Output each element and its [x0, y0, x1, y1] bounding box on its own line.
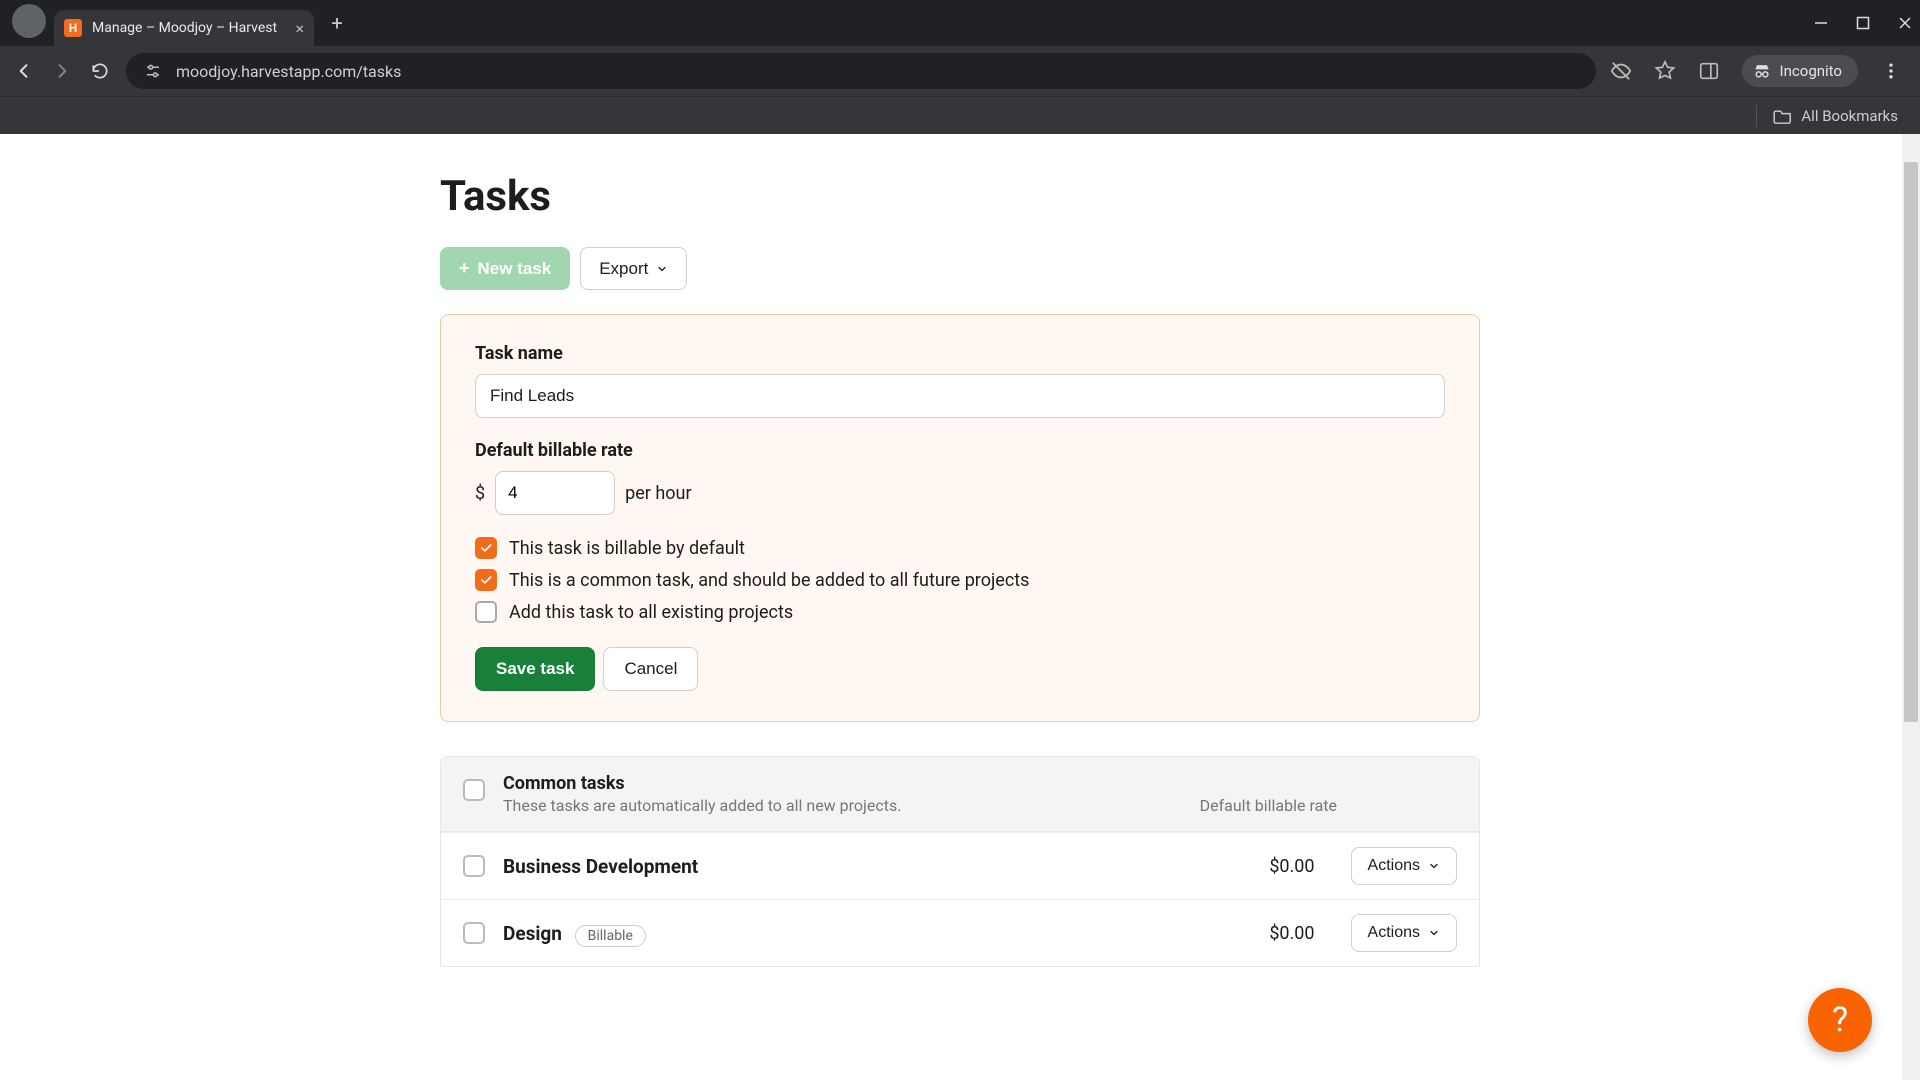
url-text: moodjoy.harvestapp.com/tasks: [176, 62, 1580, 81]
actions-label: Actions: [1368, 857, 1420, 875]
close-window-icon[interactable]: [1898, 16, 1912, 30]
table-header: Common tasks These tasks are automatical…: [441, 756, 1479, 832]
incognito-icon: [1752, 61, 1772, 81]
tab-title: Manage – Moodjoy – Harvest: [92, 20, 277, 36]
tab-strip: H Manage – Moodjoy – Harvest × +: [0, 0, 1920, 46]
divider: [1756, 105, 1757, 127]
kebab-menu-icon[interactable]: [1880, 60, 1902, 82]
select-all-checkbox[interactable]: [463, 779, 485, 801]
incognito-chip[interactable]: Incognito: [1742, 55, 1858, 87]
folder-icon: [1773, 108, 1793, 124]
task-form: Task name Default billable rate $ per ho…: [440, 314, 1480, 722]
rate-input[interactable]: [495, 471, 615, 515]
back-button[interactable]: [12, 59, 36, 83]
maximize-icon[interactable]: [1856, 16, 1870, 30]
toolbar: + New task Export: [440, 247, 1480, 290]
row-checkbox[interactable]: [463, 855, 485, 877]
billable-checkbox-row[interactable]: This task is billable by default: [475, 537, 1445, 559]
task-row-rate: $0.00: [1269, 856, 1314, 877]
address-bar: moodjoy.harvestapp.com/tasks Incognito: [0, 46, 1920, 96]
checkbox-checked-icon: [475, 537, 497, 559]
table-row: Business Development $0.00 Actions: [441, 832, 1479, 899]
task-row-name: Design Billable: [503, 922, 646, 945]
reload-button[interactable]: [88, 59, 112, 83]
bookmarks-bar: All Bookmarks: [0, 96, 1920, 134]
task-row-name: Business Development: [503, 855, 698, 878]
cancel-label: Cancel: [624, 659, 677, 679]
window-controls: [1814, 0, 1912, 46]
add-existing-label: Add this task to all existing projects: [509, 602, 793, 623]
browser-tab[interactable]: H Manage – Moodjoy – Harvest ×: [54, 10, 314, 46]
side-panel-icon[interactable]: [1698, 60, 1720, 82]
new-task-button[interactable]: + New task: [440, 247, 570, 290]
plus-icon: +: [459, 258, 470, 279]
row-actions-button[interactable]: Actions: [1351, 847, 1457, 885]
new-task-label: New task: [478, 259, 552, 279]
currency-symbol: $: [475, 483, 485, 504]
task-name-label: Task name: [475, 343, 1445, 364]
billable-badge: Billable: [575, 925, 646, 947]
common-task-checkbox-row[interactable]: This is a common task, and should be add…: [475, 569, 1445, 591]
task-name-input[interactable]: [475, 374, 1445, 418]
checkbox-checked-icon: [475, 569, 497, 591]
page-title: Tasks: [440, 172, 1480, 221]
export-label: Export: [599, 259, 648, 279]
add-existing-checkbox-row[interactable]: Add this task to all existing projects: [475, 601, 1445, 623]
help-icon: ?: [1832, 1000, 1848, 1040]
all-bookmarks-button[interactable]: All Bookmarks: [1773, 107, 1898, 125]
minimize-icon[interactable]: [1814, 16, 1828, 30]
incognito-label: Incognito: [1780, 62, 1842, 80]
chevron-down-icon: [1428, 860, 1440, 872]
site-settings-icon[interactable]: [142, 60, 164, 82]
common-task-label: This is a common task, and should be add…: [509, 570, 1029, 591]
task-table: Common tasks These tasks are automatical…: [440, 756, 1480, 967]
task-row-rate: $0.00: [1269, 923, 1314, 944]
all-bookmarks-label: All Bookmarks: [1801, 107, 1898, 125]
scrollbar-thumb[interactable]: [1904, 162, 1918, 722]
new-tab-button[interactable]: +: [322, 8, 352, 38]
checkbox-unchecked-icon: [475, 601, 497, 623]
forward-button[interactable]: [50, 59, 74, 83]
actions-label: Actions: [1368, 924, 1420, 942]
save-task-button[interactable]: Save task: [475, 647, 595, 691]
export-button[interactable]: Export: [580, 247, 687, 290]
chevron-down-icon: [656, 263, 668, 275]
help-button[interactable]: ?: [1808, 988, 1872, 1052]
table-row: Design Billable $0.00 Actions: [441, 899, 1479, 966]
profile-avatar[interactable]: [12, 4, 46, 38]
save-label: Save task: [496, 659, 574, 679]
rate-suffix: per hour: [625, 483, 691, 504]
harvest-favicon-icon: H: [64, 19, 82, 37]
chevron-down-icon: [1428, 927, 1440, 939]
close-tab-icon[interactable]: ×: [295, 19, 304, 38]
table-header-title: Common tasks: [503, 773, 1182, 794]
row-actions-button[interactable]: Actions: [1351, 914, 1457, 952]
eye-off-icon[interactable]: [1610, 60, 1632, 82]
bookmark-star-icon[interactable]: [1654, 60, 1676, 82]
url-field[interactable]: moodjoy.harvestapp.com/tasks: [126, 53, 1596, 89]
billable-label: This task is billable by default: [509, 538, 745, 559]
table-header-rate-col: Default billable rate: [1200, 796, 1457, 815]
page-viewport: Tasks + New task Export Task name: [0, 134, 1920, 1080]
scrollbar[interactable]: [1902, 134, 1920, 1080]
rate-label: Default billable rate: [475, 440, 1445, 461]
table-header-subtitle: These tasks are automatically added to a…: [503, 796, 1182, 815]
cancel-button[interactable]: Cancel: [603, 647, 698, 691]
row-checkbox[interactable]: [463, 922, 485, 944]
